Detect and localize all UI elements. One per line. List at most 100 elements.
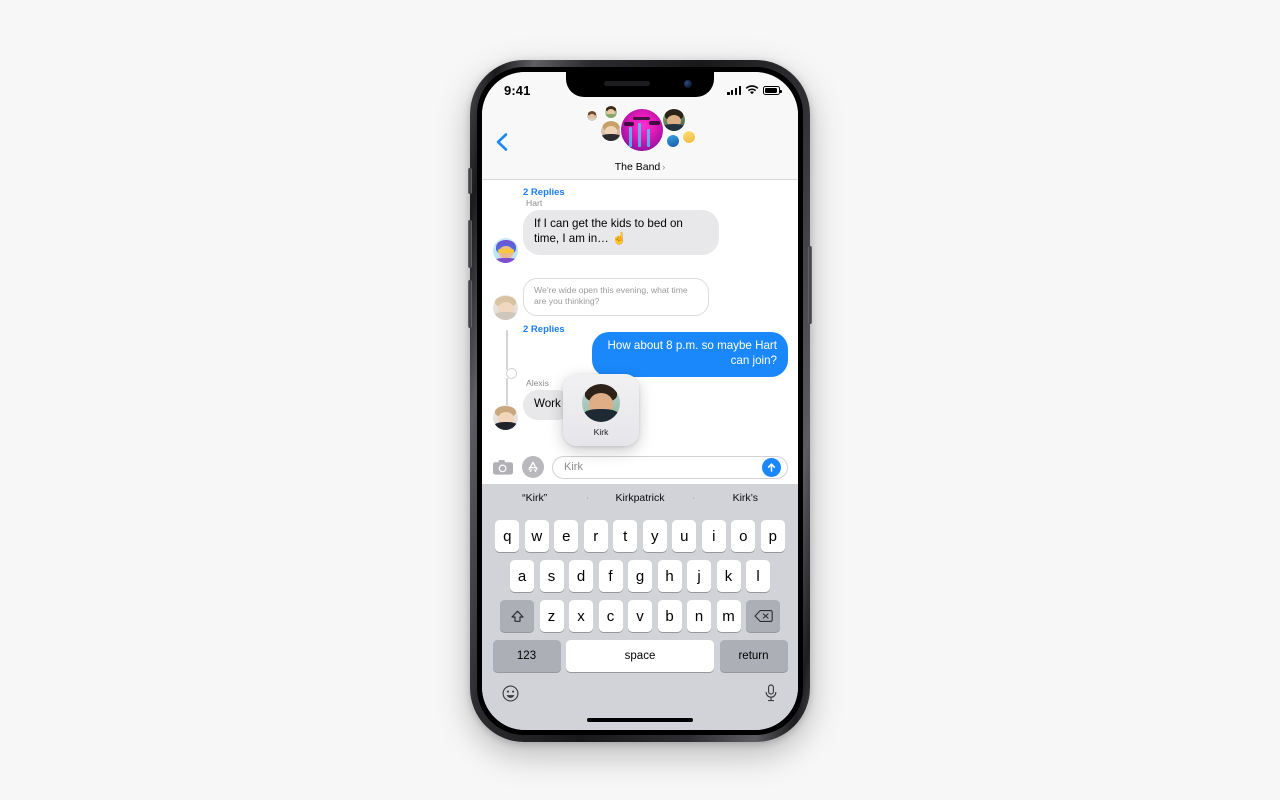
message-list[interactable]: 2 Replies Hart If I can get the kids to … [482,180,798,484]
space-key[interactable]: space [566,640,714,672]
send-arrow-up-icon[interactable] [762,457,781,477]
replies-count-label-2[interactable]: 2 Replies [523,324,565,335]
keyboard-row-2: a s d f g h j k l [482,560,798,592]
keyboard-bottom-row [482,680,798,707]
key-n[interactable]: n [687,600,711,632]
replies-count-label[interactable]: 2 Replies [523,187,565,198]
key-g[interactable]: g [628,560,652,592]
key-y[interactable]: y [642,520,667,552]
thread-parent-avatar[interactable] [493,295,518,320]
delete-backspace-icon[interactable] [746,600,780,632]
suggestion-1[interactable]: Kirkpatrick [587,492,692,504]
group-photo-concert [620,108,664,152]
member-avatar-3 [604,105,618,119]
keyboard-row-4: 123 space return [482,640,798,672]
group-name-text: The Band [614,161,661,173]
message-text-field[interactable]: Kirk [552,455,788,479]
return-key[interactable]: return [719,640,788,672]
message-input-value[interactable]: Kirk [564,461,762,473]
suggestion-2[interactable]: Kirk’s [692,492,798,504]
alexis-avatar[interactable] [493,405,518,430]
sender-name-label: Hart [526,198,543,208]
volume-up-button[interactable] [468,220,472,268]
side-power-button[interactable] [808,246,812,324]
key-l[interactable]: l [746,560,770,592]
message-hart: Hart If I can get the kids to bed on tim… [519,198,719,255]
app-store-icon[interactable] [522,456,544,478]
signal-bars-icon [727,86,741,95]
message-bubble-outgoing[interactable]: How about 8 p.m. so maybe Hart can join? [592,332,792,377]
iphone-device-frame: 9:41 The Band › 2 Replies Hart If I can … [468,60,812,742]
message-input-bar: Kirk [482,450,798,484]
message-outgoing: How about 8 p.m. so maybe Hart can join? [592,332,792,377]
thread-replies-inline[interactable]: 2 Replies [523,319,565,337]
key-q[interactable]: q [495,520,520,552]
thread-connector-line-top [506,330,508,370]
key-i[interactable]: i [701,520,726,552]
key-f[interactable]: f [598,560,623,592]
thread-connector-loop [506,368,517,379]
key-u[interactable]: u [672,520,697,552]
earpiece-speaker-icon [604,81,650,86]
device-bezel: 9:41 The Band › 2 Replies Hart If I can … [477,67,803,735]
conversation-header: The Band › [482,102,798,180]
hart-memoji-avatar[interactable] [493,238,518,263]
numbers-key[interactable]: 123 [492,640,561,672]
key-t[interactable]: t [613,520,638,552]
battery-icon [763,86,782,95]
key-p[interactable]: p [760,520,785,552]
key-h[interactable]: h [657,560,682,592]
concert-photo-detail [621,109,663,151]
camera-icon[interactable] [492,456,514,478]
home-indicator[interactable] [587,718,693,722]
wifi-icon [745,85,759,95]
autocorrect-suggestion-bar: “Kirk” Kirkpatrick Kirk’s [482,484,798,512]
key-c[interactable]: c [598,600,623,632]
microphone-icon[interactable] [764,684,778,707]
member-avatar-2 [586,110,598,122]
key-r[interactable]: r [583,520,608,552]
volume-down-button[interactable] [468,280,472,328]
group-name-label[interactable]: The Band › [615,161,666,173]
key-x[interactable]: x [569,600,593,632]
status-indicators [727,85,782,95]
silence-switch[interactable] [468,168,472,194]
member-avatar-6 [682,130,696,144]
key-a[interactable]: a [510,560,534,592]
key-k[interactable]: k [716,560,741,592]
kirk-photo-avatar [582,383,620,422]
screenshot-stage: 9:41 The Band › 2 Replies Hart If I can … [0,0,1280,800]
shift-up-arrow-icon[interactable] [500,600,534,632]
key-w[interactable]: w [524,520,549,552]
message-bubble-incoming[interactable]: If I can get the kids to bed on time, I … [519,210,719,255]
key-e[interactable]: e [554,520,579,552]
keyboard-row-3: z x c v b n m [482,600,798,632]
front-camera-icon [684,80,692,88]
status-time: 9:41 [504,82,531,98]
member-avatar-1 [600,120,622,142]
emoji-smiley-icon[interactable] [502,685,519,707]
key-s[interactable]: s [539,560,564,592]
message-bubble-thread-parent[interactable]: We’re wide open this evening, what time … [523,278,709,316]
message-thread-parent: We’re wide open this evening, what time … [523,278,709,316]
mention-popover-kirk[interactable]: Kirk [563,374,639,446]
key-z[interactable]: z [539,600,564,632]
memoji-graphic [493,238,518,263]
key-b[interactable]: b [657,600,682,632]
onscreen-keyboard[interactable]: “Kirk” Kirkpatrick Kirk’s q w e r t y u … [482,484,798,730]
suggestion-0[interactable]: “Kirk” [482,492,587,504]
member-avatar-5 [666,134,680,148]
key-m[interactable]: m [716,600,741,632]
key-d[interactable]: d [569,560,593,592]
mention-popover-name: Kirk [593,426,609,437]
key-v[interactable]: v [628,600,652,632]
group-avatar-cluster [582,105,698,158]
member-avatar-4 [662,108,686,132]
key-o[interactable]: o [731,520,756,552]
group-identity[interactable]: The Band › [482,105,798,173]
device-screen: 9:41 The Band › 2 Replies Hart If I can … [482,72,798,730]
display-notch [566,72,714,97]
keyboard-row-1: q w e r t y u i o p [482,520,798,552]
chevron-right-icon: › [662,162,666,172]
key-j[interactable]: j [687,560,711,592]
